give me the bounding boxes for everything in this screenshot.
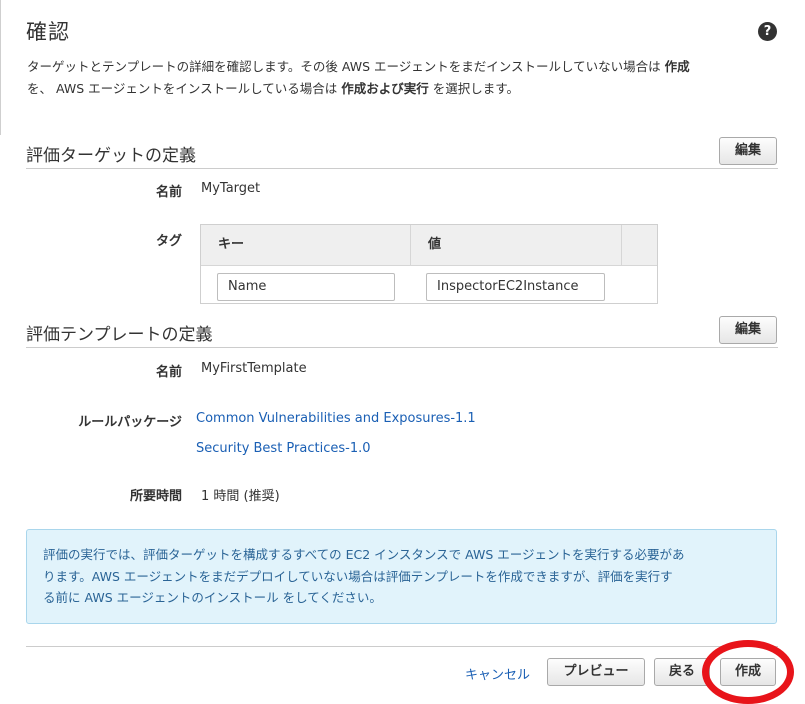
rules-package-label: ルールパッケージ — [78, 415, 182, 430]
footer-divider — [26, 646, 778, 647]
intro-line1-text: ターゲットとテンプレートの詳細を確認します。その後 AWS エージェントをまだイ… — [27, 59, 665, 74]
tag-column-divider — [621, 225, 622, 265]
info-line-3: る前に AWS エージェントのインストール をしてください。 — [43, 590, 382, 605]
info-line-1: 評価の実行では、評価ターゲットを構成するすべての EC2 インスタンスで AWS… — [43, 547, 685, 562]
intro-line2-suffix: を選択します。 — [428, 81, 519, 96]
cancel-link[interactable]: キャンセル — [465, 664, 530, 683]
tag-key-field[interactable]: Name — [217, 273, 395, 301]
intro-line-1: ターゲットとテンプレートの詳細を確認します。その後 AWS エージェントをまだイ… — [27, 56, 787, 78]
target-name-value: MyTarget — [201, 181, 261, 196]
template-section-title: 評価テンプレートの定義 — [26, 325, 213, 345]
tag-value-field[interactable]: InspectorEC2Instance — [426, 273, 605, 301]
tag-label: タグ — [155, 234, 182, 249]
intro-line-2: を、 AWS エージェントをインストールしている場合は 作成および実行 を選択し… — [27, 78, 787, 100]
template-name-value: MyFirstTemplate — [201, 361, 307, 376]
edit-target-button[interactable]: 編集 — [719, 137, 777, 165]
intro-line2-text: を、 AWS エージェントをインストールしている場合は — [27, 81, 342, 96]
duration-label: 所要時間 — [129, 489, 182, 504]
info-line-2: ります。AWS エージェントをまだデプロイしていない場合は評価テンプレートを作成… — [43, 568, 673, 584]
tag-key-header: キー — [218, 237, 245, 252]
template-name-label: 名前 — [155, 365, 182, 380]
intro-create-run-term: 作成および実行 — [341, 81, 429, 96]
left-border — [0, 0, 1, 135]
page-title: 確認 — [26, 20, 70, 44]
create-button[interactable]: 作成 — [720, 658, 776, 686]
tag-table-header: キー 値 — [201, 225, 657, 266]
rule-package-link[interactable]: Common Vulnerabilities and Exposures-1.1 — [196, 411, 476, 426]
back-button[interactable]: 戻る — [654, 658, 710, 686]
intro-create-term: 作成 — [664, 59, 690, 74]
target-section-title: 評価ターゲットの定義 — [26, 146, 196, 166]
template-section-divider — [26, 347, 778, 348]
info-box: 評価の実行では、評価ターゲットを構成するすべての EC2 インスタンスで AWS… — [26, 529, 777, 624]
intro-text: ターゲットとテンプレートの詳細を確認します。その後 AWS エージェントをまだイ… — [27, 56, 787, 100]
help-icon[interactable]: ? — [758, 22, 777, 41]
rule-package-link[interactable]: Security Best Practices-1.0 — [196, 441, 371, 456]
duration-value: 1 時間 (推奨) — [201, 489, 280, 504]
preview-button[interactable]: プレビュー — [547, 658, 645, 686]
edit-template-button[interactable]: 編集 — [719, 316, 777, 344]
tag-value-header: 値 — [428, 237, 442, 252]
tag-table: キー 値 Name InspectorEC2Instance — [200, 224, 658, 304]
tag-column-divider — [410, 225, 411, 265]
target-name-label: 名前 — [155, 185, 182, 200]
info-text: 評価の実行では、評価ターゲットを構成するすべての EC2 インスタンスで AWS… — [43, 544, 763, 609]
target-section-divider — [26, 168, 778, 169]
